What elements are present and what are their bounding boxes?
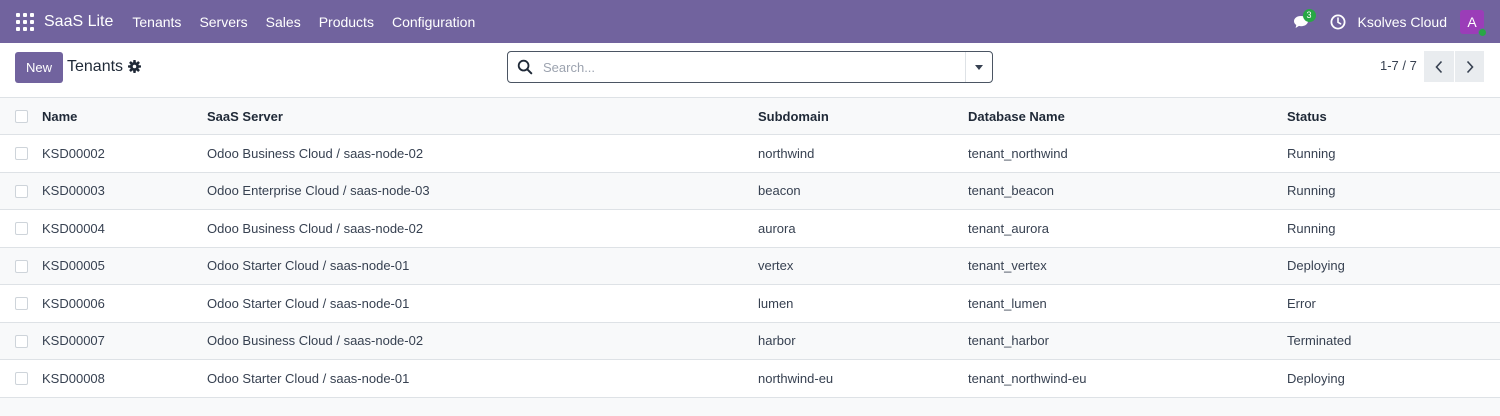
cell-status: Running <box>1287 145 1336 161</box>
chat-count-badge: 3 <box>1302 8 1316 22</box>
cell-status: Terminated <box>1287 333 1352 349</box>
search-icon <box>517 59 533 75</box>
cell-database-name: tenant_northwind-eu <box>968 370 1087 386</box>
cell-saas-server: Odoo Starter Cloud / saas-node-01 <box>207 370 410 386</box>
menu-item-products[interactable]: Products <box>310 14 383 30</box>
pager-previous-button[interactable] <box>1424 51 1454 82</box>
cell-saas-server: Odoo Business Cloud / saas-node-02 <box>207 145 424 161</box>
search-options-toggle[interactable] <box>965 52 992 82</box>
cell-subdomain: aurora <box>758 220 796 236</box>
cell-database-name: tenant_beacon <box>968 183 1055 199</box>
menu-item-sales[interactable]: Sales <box>257 14 310 30</box>
page-title: Tenants <box>67 58 124 75</box>
column-header-saas-server[interactable]: SaaS Server <box>207 98 283 134</box>
cell-status: Running <box>1287 183 1336 199</box>
column-header-subdomain[interactable]: Subdomain <box>758 98 829 134</box>
row-checkbox[interactable] <box>15 184 28 198</box>
company-switcher[interactable]: Ksolves Cloud <box>1358 14 1448 30</box>
row-checkbox[interactable] <box>15 222 28 236</box>
column-header-status[interactable]: Status <box>1287 98 1327 134</box>
table-row[interactable]: KSD00005 Odoo Starter Cloud / saas-node-… <box>0 247 1500 285</box>
row-checkbox[interactable] <box>15 147 28 161</box>
cell-database-name: tenant_lumen <box>968 295 1047 311</box>
cell-name: KSD00007 <box>42 333 105 349</box>
column-header-name[interactable]: Name <box>42 98 77 134</box>
chevron-left-icon <box>1435 60 1443 73</box>
table-row[interactable]: KSD00003 Odoo Enterprise Cloud / saas-no… <box>0 172 1500 210</box>
search-input[interactable] <box>543 53 965 81</box>
cell-subdomain: vertex <box>758 258 794 274</box>
cell-database-name: tenant_aurora <box>968 220 1049 236</box>
messaging-button[interactable]: 3 <box>1291 8 1316 33</box>
cell-status: Deploying <box>1287 258 1345 274</box>
main-menu: Tenants Servers Sales Products Configura… <box>123 14 484 30</box>
clock-icon[interactable] <box>1329 13 1347 31</box>
chevron-right-icon <box>1466 60 1474 73</box>
menu-item-servers[interactable]: Servers <box>190 14 256 30</box>
table-row[interactable]: KSD00006 Odoo Starter Cloud / saas-node-… <box>0 285 1500 323</box>
cell-name: KSD00002 <box>42 145 105 161</box>
pager-next-button[interactable] <box>1454 51 1484 82</box>
cell-name: KSD00004 <box>42 220 105 236</box>
cell-subdomain: beacon <box>758 183 801 199</box>
table-header: Name SaaS Server Subdomain Database Name… <box>0 98 1500 135</box>
menu-item-configuration[interactable]: Configuration <box>383 14 484 30</box>
cell-saas-server: Odoo Business Cloud / saas-node-02 <box>207 220 424 236</box>
menu-item-tenants[interactable]: Tenants <box>123 14 190 30</box>
table-row[interactable]: KSD00008 Odoo Starter Cloud / saas-node-… <box>0 360 1500 398</box>
top-navbar: SaaS Lite Tenants Servers Sales Products… <box>0 0 1500 43</box>
column-header-database-name[interactable]: Database Name <box>968 98 1065 134</box>
cell-name: KSD00005 <box>42 258 105 274</box>
presence-indicator <box>1478 27 1487 37</box>
avatar-letter: A <box>1467 13 1477 30</box>
cell-database-name: tenant_northwind <box>968 145 1068 161</box>
row-checkbox[interactable] <box>15 259 28 273</box>
app-brand[interactable]: SaaS Lite <box>44 13 113 31</box>
cell-subdomain: northwind-eu <box>758 370 834 386</box>
row-checkbox[interactable] <box>15 372 28 386</box>
cell-saas-server: Odoo Business Cloud / saas-node-02 <box>207 333 424 349</box>
cell-status: Error <box>1287 295 1316 311</box>
navbar-systray: 3 Ksolves Cloud A <box>1291 0 1500 43</box>
cell-status: Deploying <box>1287 370 1345 386</box>
apps-grid-icon[interactable] <box>16 12 34 31</box>
cell-subdomain: lumen <box>758 295 794 311</box>
table-row[interactable]: KSD00004 Odoo Business Cloud / saas-node… <box>0 210 1500 248</box>
cell-subdomain: harbor <box>758 333 796 349</box>
gear-icon[interactable] <box>128 60 141 73</box>
select-all-checkbox[interactable] <box>15 110 28 123</box>
table-row[interactable]: KSD00002 Odoo Business Cloud / saas-node… <box>0 135 1500 173</box>
cell-saas-server: Odoo Starter Cloud / saas-node-01 <box>207 258 410 274</box>
control-panel: New Tenants 1-7 / 7 <box>0 43 1500 98</box>
cell-name: KSD00006 <box>42 295 105 311</box>
cell-status: Running <box>1287 220 1336 236</box>
cell-name: KSD00008 <box>42 370 105 386</box>
user-avatar[interactable]: A <box>1460 9 1487 37</box>
cell-saas-server: Odoo Enterprise Cloud / saas-node-03 <box>207 183 430 199</box>
table-row[interactable]: KSD00007 Odoo Business Cloud / saas-node… <box>0 322 1500 360</box>
search-bar <box>507 51 993 83</box>
pager-buttons <box>1424 51 1484 82</box>
row-checkbox[interactable] <box>15 334 28 348</box>
cell-database-name: tenant_harbor <box>968 333 1049 349</box>
row-checkbox[interactable] <box>15 297 28 311</box>
chevron-down-icon <box>975 64 983 70</box>
pager-value[interactable]: 1-7 / 7 <box>1380 58 1417 73</box>
cell-subdomain: northwind <box>758 145 815 161</box>
cell-database-name: tenant_vertex <box>968 258 1047 274</box>
tenants-table: Name SaaS Server Subdomain Database Name… <box>0 98 1500 398</box>
cell-name: KSD00003 <box>42 183 105 199</box>
new-button[interactable]: New <box>15 52 63 83</box>
cell-saas-server: Odoo Starter Cloud / saas-node-01 <box>207 295 410 311</box>
